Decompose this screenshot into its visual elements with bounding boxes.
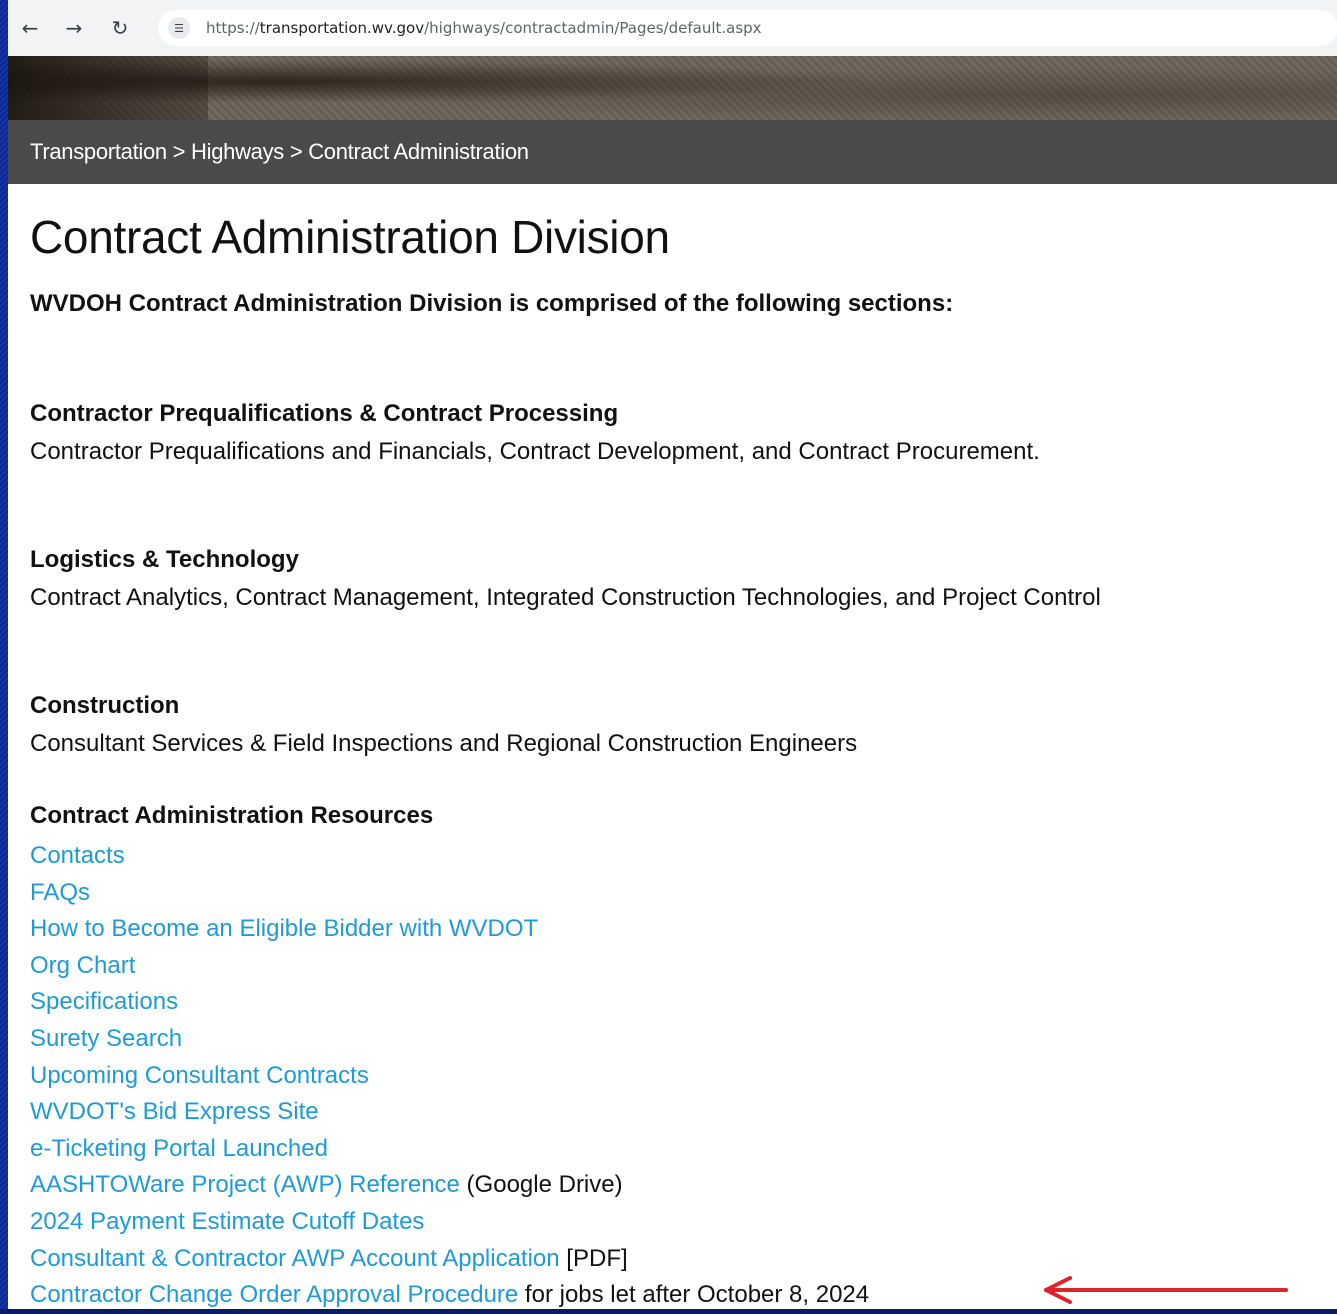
arrow-right-icon[interactable]: → [60, 14, 88, 42]
arrow-left-icon[interactable]: ← [16, 14, 44, 42]
list-item: 2024 Payment Estimate Cutoff Dates [30, 1204, 869, 1241]
url-path: /highways/contractadmin/Pages/default.as… [424, 19, 762, 37]
link-awp-account-application[interactable]: Consultant & Contractor AWP Account Appl… [30, 1245, 560, 1272]
breadcrumb-separator: > [284, 139, 309, 164]
url-prefix: https:// [206, 19, 260, 37]
red-arrow-left-icon [1044, 1276, 1288, 1304]
list-item: Contractor Change Order Approval Procedu… [30, 1277, 869, 1314]
list-item: Surety Search [30, 1021, 869, 1058]
breadcrumb-highways[interactable]: Highways [191, 139, 284, 164]
link-suffix: for jobs let after October 8, 2024 [518, 1281, 870, 1309]
breadcrumb-transportation[interactable]: Transportation [30, 139, 167, 164]
hero-banner-image [8, 56, 1337, 120]
address-bar[interactable]: ☰ https://transportation.wv.gov/highways… [158, 10, 1337, 46]
link-payment-estimate-cutoff[interactable]: 2024 Payment Estimate Cutoff Dates [30, 1208, 424, 1235]
section-heading-construction: Construction [30, 692, 180, 719]
tune-icon[interactable]: ☰ [168, 17, 190, 39]
section-description-prequalifications: Contractor Prequalifications and Financi… [30, 438, 1040, 465]
list-item: e-Ticketing Portal Launched [30, 1131, 869, 1168]
list-item: Specifications [30, 984, 869, 1021]
link-org-chart[interactable]: Org Chart [30, 952, 135, 979]
breadcrumb-current: Contract Administration [308, 139, 529, 164]
breadcrumb-separator: > [166, 139, 192, 164]
reload-icon[interactable]: ↻ [106, 14, 134, 42]
intro-text: WVDOH Contract Administration Division i… [30, 290, 954, 317]
link-upcoming-consultant-contracts[interactable]: Upcoming Consultant Contracts [30, 1062, 369, 1089]
resources-link-list: Contacts FAQs How to Become an Eligible … [30, 838, 869, 1314]
section-description-construction: Consultant Services & Field Inspections … [30, 730, 858, 757]
link-specifications[interactable]: Specifications [30, 988, 178, 1015]
list-item: How to Become an Eligible Bidder with WV… [30, 911, 869, 948]
section-heading-logistics: Logistics & Technology [30, 546, 299, 573]
link-suffix: (Google Drive) [459, 1171, 623, 1199]
url-text[interactable]: https://transportation.wv.gov/highways/c… [206, 19, 762, 37]
link-change-order-procedure[interactable]: Contractor Change Order Approval Procedu… [30, 1281, 518, 1308]
breadcrumb-bar: Transportation > Highways > Contract Adm… [8, 120, 1337, 184]
section-description-logistics: Contract Analytics, Contract Management,… [30, 584, 1101, 611]
link-e-ticketing[interactable]: e-Ticketing Portal Launched [30, 1135, 328, 1162]
list-item: FAQs [30, 875, 869, 912]
list-item: Consultant & Contractor AWP Account Appl… [30, 1241, 869, 1278]
list-item: Upcoming Consultant Contracts [30, 1058, 869, 1095]
link-suffix: [PDF] [559, 1244, 628, 1272]
link-faqs[interactable]: FAQs [30, 879, 90, 906]
section-heading-prequalifications: Contractor Prequalifications & Contract … [30, 400, 619, 427]
list-item: Org Chart [30, 948, 869, 985]
page-title: Contract Administration Division [30, 211, 670, 263]
list-item: WVDOT's Bid Express Site [30, 1094, 869, 1131]
breadcrumb: Transportation > Highways > Contract Adm… [30, 139, 529, 165]
main-content: Contract Administration Division WVDOH C… [8, 184, 1337, 1309]
url-host: transportation.wv.gov [259, 19, 425, 37]
link-awp-reference[interactable]: AASHTOWare Project (AWP) Reference [30, 1171, 460, 1198]
list-item: Contacts [30, 838, 869, 875]
link-contacts[interactable]: Contacts [30, 842, 125, 869]
link-surety-search[interactable]: Surety Search [30, 1025, 182, 1052]
list-item: AASHTOWare Project (AWP) Reference (Goog… [30, 1167, 869, 1204]
browser-toolbar: ← → ↻ ☰ https://transportation.wv.gov/hi… [8, 0, 1337, 56]
link-bid-express[interactable]: WVDOT's Bid Express Site [30, 1098, 319, 1125]
hero-shadow [8, 56, 208, 120]
resources-heading: Contract Administration Resources [30, 802, 434, 829]
link-eligible-bidder[interactable]: How to Become an Eligible Bidder with WV… [30, 915, 538, 942]
